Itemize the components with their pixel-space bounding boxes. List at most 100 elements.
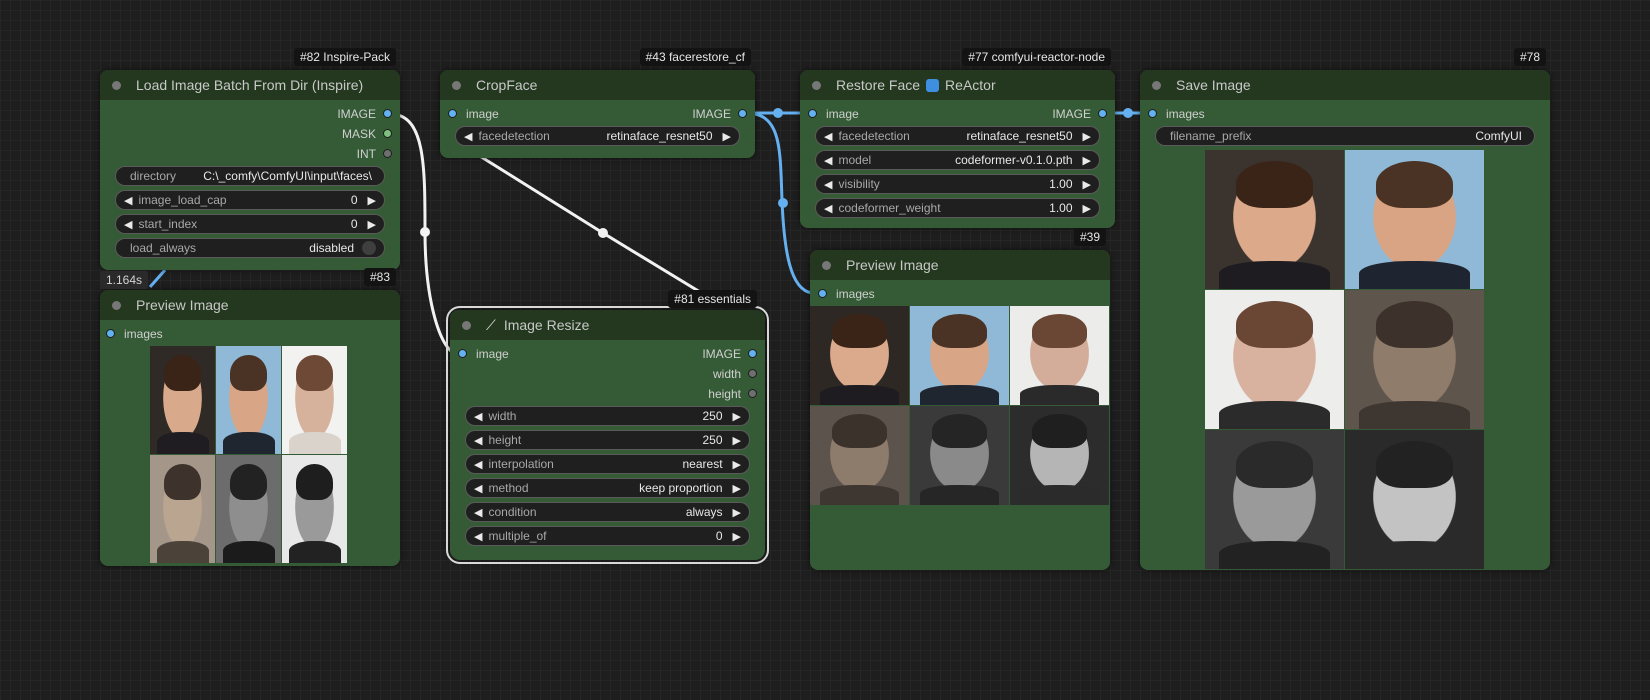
node-header[interactable]: CropFace — [440, 70, 755, 100]
face-thumbnail — [810, 406, 909, 505]
wire-cropface-to-resize — [474, 151, 701, 294]
output-image[interactable]: IMAGE — [702, 346, 757, 362]
node-restore-face-reactor[interactable]: #77 comfyui-reactor-node Restore Face Re… — [800, 48, 1115, 228]
condition-select[interactable]: ◀ condition always ▶ — [465, 502, 750, 522]
input-image[interactable]: image — [458, 346, 509, 362]
facedetection-select[interactable]: ◀ facedetection retinaface_resnet50 ▶ — [455, 126, 740, 146]
node-header[interactable]: Restore Face ReActor — [800, 70, 1115, 100]
visibility-stepper[interactable]: ◀ visibility 1.00 ▶ — [815, 174, 1100, 194]
node-header[interactable]: ⟋ Image Resize — [450, 310, 765, 340]
node-preview-image-83[interactable]: #83 Preview Image images — [100, 268, 400, 566]
triangle-left-icon[interactable]: ◀ — [824, 154, 832, 167]
node-header[interactable]: Preview Image — [810, 250, 1110, 280]
output-socket-icon[interactable] — [748, 389, 757, 399]
triangle-right-icon[interactable]: ▶ — [368, 218, 376, 231]
output-image[interactable]: IMAGE — [692, 106, 747, 122]
circle-dot-icon[interactable] — [1152, 80, 1161, 90]
triangle-right-icon[interactable]: ▶ — [368, 194, 376, 207]
toggle-switch-icon[interactable] — [362, 241, 376, 255]
node-image-resize[interactable]: #81 essentials ⟋ Image Resize image IMAG… — [446, 290, 769, 564]
triangle-right-icon[interactable]: ▶ — [733, 434, 741, 447]
node-cropface[interactable]: #43 facerestore_cf CropFace image IMAGE … — [440, 48, 755, 158]
circle-dot-icon[interactable] — [822, 260, 831, 270]
triangle-right-icon[interactable]: ▶ — [1083, 130, 1091, 143]
output-image[interactable]: IMAGE — [337, 106, 392, 122]
triangle-right-icon[interactable]: ▶ — [733, 506, 741, 519]
output-width[interactable]: width — [713, 366, 757, 382]
widget-value: always — [685, 505, 723, 519]
node-preview-image-39[interactable]: #39 Preview Image images — [810, 228, 1110, 570]
directory-field[interactable]: directory C:\_comfy\ComfyUI\input\faces\ — [115, 166, 385, 186]
triangle-right-icon[interactable]: ▶ — [1083, 178, 1091, 191]
wire-midpoint-dot — [778, 198, 788, 208]
triangle-right-icon[interactable]: ▶ — [733, 530, 741, 543]
height-stepper[interactable]: ◀ height 250 ▶ — [465, 430, 750, 450]
output-int[interactable]: INT — [357, 146, 392, 162]
output-socket-icon[interactable] — [738, 109, 747, 119]
multiple-of-stepper[interactable]: ◀ multiple_of 0 ▶ — [465, 526, 750, 546]
triangle-left-icon[interactable]: ◀ — [474, 482, 482, 495]
output-socket-icon[interactable] — [383, 129, 392, 139]
codeformer-weight-stepper[interactable]: ◀ codeformer_weight 1.00 ▶ — [815, 198, 1100, 218]
widget-value: keep proportion — [639, 481, 723, 495]
triangle-left-icon[interactable]: ◀ — [474, 530, 482, 543]
triangle-right-icon[interactable]: ▶ — [733, 458, 741, 471]
triangle-left-icon[interactable]: ◀ — [824, 202, 832, 215]
output-socket-icon[interactable] — [748, 369, 757, 379]
output-mask[interactable]: MASK — [342, 126, 392, 142]
method-select[interactable]: ◀ method keep proportion ▶ — [465, 478, 750, 498]
node-title: Preview Image — [846, 257, 939, 273]
output-socket-icon[interactable] — [383, 109, 392, 119]
node-header[interactable]: Load Image Batch From Dir (Inspire) — [100, 70, 400, 100]
input-images[interactable]: images — [106, 326, 163, 342]
triangle-left-icon[interactable]: ◀ — [474, 434, 482, 447]
input-socket-icon[interactable] — [458, 349, 467, 359]
output-height[interactable]: height — [708, 386, 757, 402]
triangle-left-icon[interactable]: ◀ — [474, 458, 482, 471]
circle-dot-icon[interactable] — [462, 320, 471, 330]
node-load-image-batch[interactable]: #82 Inspire-Pack Load Image Batch From D… — [100, 48, 400, 270]
input-socket-icon[interactable] — [448, 109, 457, 119]
input-socket-icon[interactable] — [808, 109, 817, 119]
triangle-left-icon[interactable]: ◀ — [124, 218, 132, 231]
triangle-right-icon[interactable]: ▶ — [733, 410, 741, 423]
triangle-right-icon[interactable]: ▶ — [1083, 154, 1091, 167]
output-socket-icon[interactable] — [1098, 109, 1107, 119]
input-socket-icon[interactable] — [818, 289, 827, 299]
circle-dot-icon[interactable] — [112, 80, 121, 90]
node-save-image[interactable]: #78 Save Image images filename_prefix Co… — [1140, 48, 1550, 570]
triangle-left-icon[interactable]: ◀ — [474, 506, 482, 519]
triangle-left-icon[interactable]: ◀ — [824, 178, 832, 191]
widget-value: 1.00 — [1049, 177, 1073, 191]
circle-dot-icon[interactable] — [452, 80, 461, 90]
circle-dot-icon[interactable] — [812, 80, 821, 90]
triangle-right-icon[interactable]: ▶ — [733, 482, 741, 495]
width-stepper[interactable]: ◀ width 250 ▶ — [465, 406, 750, 426]
load-always-toggle[interactable]: load_always disabled — [115, 238, 385, 258]
triangle-right-icon[interactable]: ▶ — [723, 130, 731, 143]
triangle-left-icon[interactable]: ◀ — [474, 410, 482, 423]
interpolation-select[interactable]: ◀ interpolation nearest ▶ — [465, 454, 750, 474]
image-load-cap-stepper[interactable]: ◀ image_load_cap 0 ▶ — [115, 190, 385, 210]
node-header[interactable]: Save Image — [1140, 70, 1550, 100]
input-socket-icon[interactable] — [1148, 109, 1157, 119]
triangle-left-icon[interactable]: ◀ — [464, 130, 472, 143]
input-images[interactable]: images — [1148, 106, 1205, 122]
start-index-stepper[interactable]: ◀ start_index 0 ▶ — [115, 214, 385, 234]
output-socket-icon[interactable] — [383, 149, 392, 159]
input-image[interactable]: image — [808, 106, 859, 122]
output-image[interactable]: IMAGE — [1052, 106, 1107, 122]
input-images[interactable]: images — [818, 286, 875, 302]
input-image[interactable]: image — [448, 106, 499, 122]
node-header[interactable]: Preview Image — [100, 290, 400, 320]
triangle-right-icon[interactable]: ▶ — [1083, 202, 1091, 215]
triangle-left-icon[interactable]: ◀ — [824, 130, 832, 143]
input-socket-icon[interactable] — [106, 329, 115, 339]
filename-prefix-field[interactable]: filename_prefix ComfyUI — [1155, 126, 1535, 146]
output-socket-icon[interactable] — [748, 349, 757, 359]
node-id-badge: #82 Inspire-Pack — [293, 48, 396, 66]
facedetection-select[interactable]: ◀ facedetection retinaface_resnet50 ▶ — [815, 126, 1100, 146]
model-select[interactable]: ◀ model codeformer-v0.1.0.pth ▶ — [815, 150, 1100, 170]
circle-dot-icon[interactable] — [112, 300, 121, 310]
triangle-left-icon[interactable]: ◀ — [124, 194, 132, 207]
